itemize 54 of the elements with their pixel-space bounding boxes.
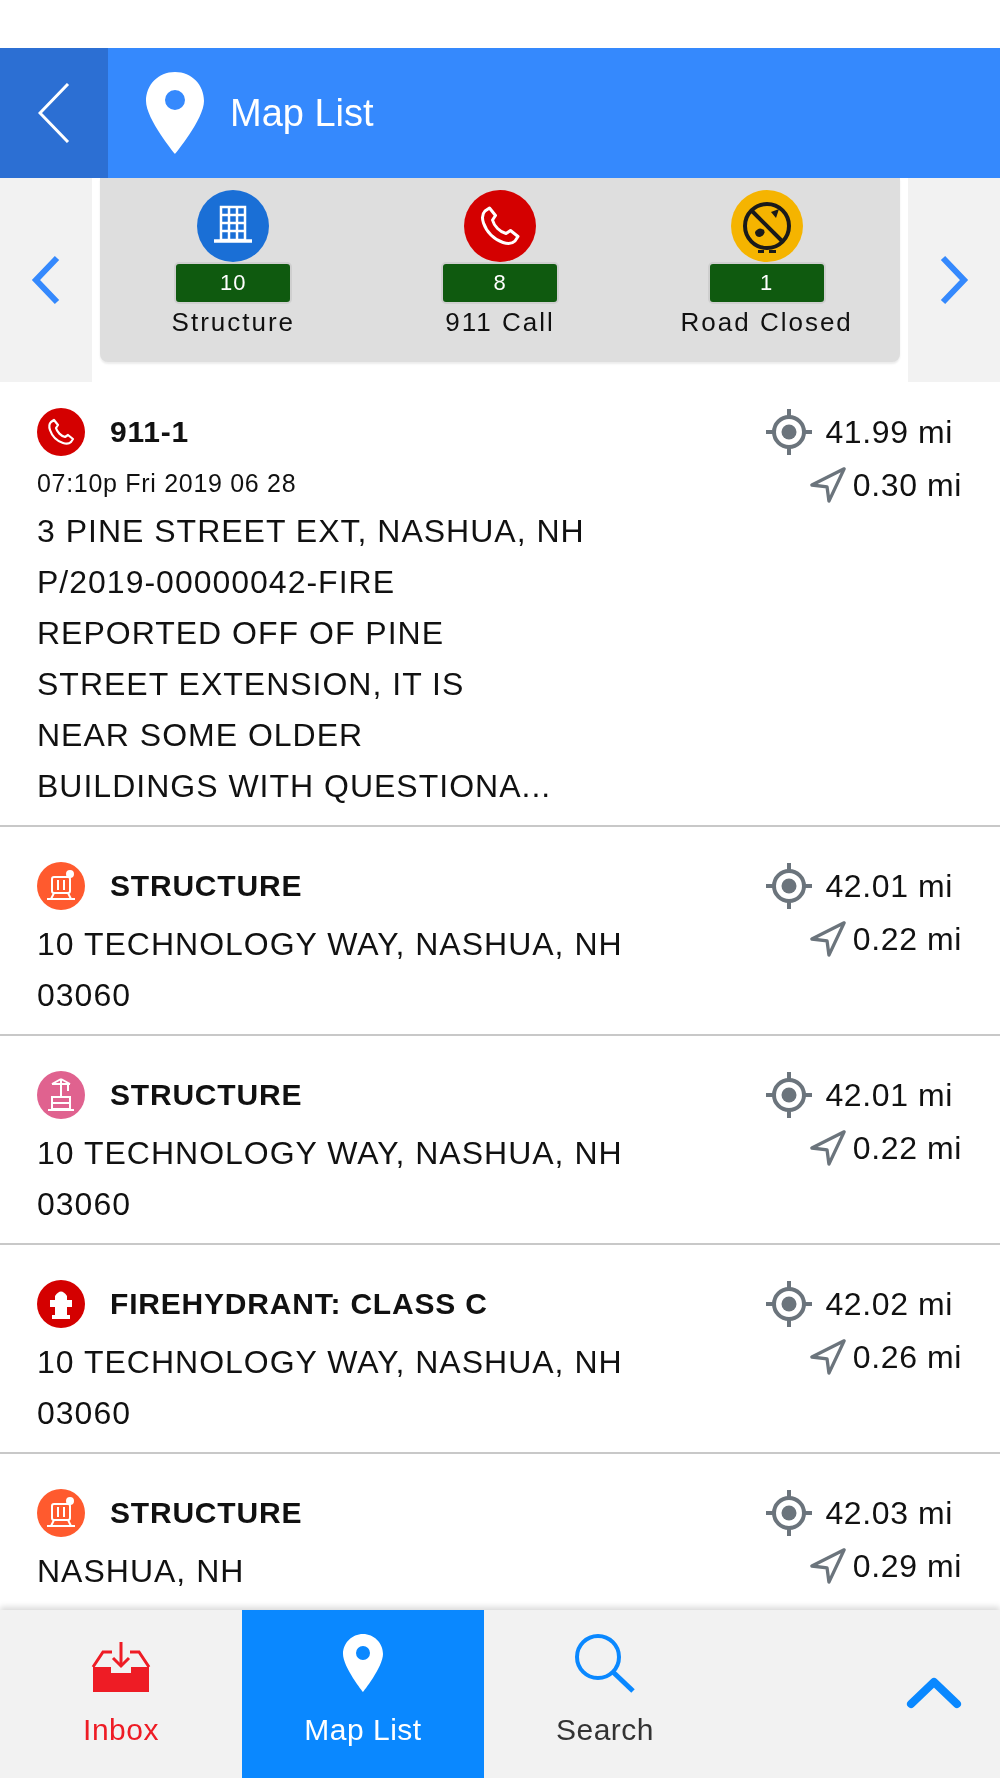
nav-tab[interactable]: Inbox (0, 1610, 242, 1778)
navigation-arrow-icon (808, 466, 847, 504)
inbox-icon (91, 1641, 151, 1693)
incident-description: REPORTED OFF OF PINE STREET EXTENSION, IT IS NEAR SOME OLDER BUILDINGS WITH QUESTIONA... (37, 614, 553, 806)
incident-title: STRUCTURE (110, 1496, 303, 1530)
incident-title: STRUCTURE (110, 869, 303, 903)
count-badge: 8 (441, 262, 559, 304)
crosshair-icon (765, 1489, 814, 1537)
direction-distance: 0.22 mi (852, 920, 962, 958)
crosshair-icon (765, 862, 814, 910)
chevron-left-icon (31, 255, 61, 305)
category-label[interactable]: Structure (171, 306, 296, 338)
incident-address: 10 TECHNOLOGY WAY, NASHUA, NH 03060 (37, 1343, 624, 1433)
count-badge: 10 (174, 262, 293, 304)
chevron-up-icon[interactable] (906, 1677, 962, 1709)
navigation-arrow-icon (808, 1547, 847, 1585)
incident-address: 3 PINE STREET EXT, NASHUA, NH (37, 512, 586, 551)
category-label[interactable]: Road Closed (680, 306, 853, 338)
direction-distance: 0.30 mi (852, 466, 962, 504)
building-icon[interactable] (197, 190, 270, 262)
chevron-right-icon (939, 255, 969, 305)
incident-title: STRUCTURE (110, 1078, 303, 1112)
navigation-arrow-icon (808, 1338, 847, 1376)
crosshair-icon (765, 408, 814, 456)
prohibited-sign-icon[interactable] (730, 190, 803, 262)
phone-icon[interactable] (464, 190, 536, 262)
distance-text: 42.01 mi (825, 1076, 953, 1114)
count-badge: 1 (707, 262, 826, 304)
page-title: Map List (230, 91, 374, 135)
direction-distance: 0.29 mi (852, 1547, 962, 1585)
incident-title: 911-1 (110, 415, 190, 449)
crosshair-icon (765, 1280, 814, 1328)
incident-address: 10 TECHNOLOGY WAY, NASHUA, NH 03060 (37, 1134, 624, 1224)
direction-distance: 0.26 mi (852, 1338, 962, 1376)
distance-text: 41.99 mi (825, 413, 953, 451)
incident-number: P/2019-00000042-FIRE (37, 563, 396, 602)
nav-tab[interactable]: Search (484, 1610, 726, 1778)
incident-title: FIREHYDRANT: CLASS C (110, 1287, 488, 1321)
category-label[interactable]: 911 Call (445, 306, 555, 338)
incident-address: 10 TECHNOLOGY WAY, NASHUA, NH 03060 (37, 925, 624, 1015)
navigation-arrow-icon (808, 920, 847, 958)
search-icon (574, 1633, 636, 1693)
distance-text: 42.02 mi (825, 1285, 953, 1323)
direction-distance: 0.22 mi (852, 1129, 962, 1167)
distance-text: 42.01 mi (825, 867, 953, 905)
incident-time: 07:10p Fri 2019 06 28 (37, 468, 298, 499)
navigation-arrow-icon (808, 1129, 847, 1167)
nav-tab[interactable]: Map List (242, 1610, 484, 1778)
crosshair-icon (765, 1071, 814, 1119)
distance-text: 42.03 mi (825, 1494, 953, 1532)
map-pin-icon (145, 71, 205, 155)
incident-address: NASHUA, NH (37, 1552, 246, 1591)
map-pin-icon (342, 1633, 384, 1693)
chevron-left-icon (38, 83, 70, 143)
